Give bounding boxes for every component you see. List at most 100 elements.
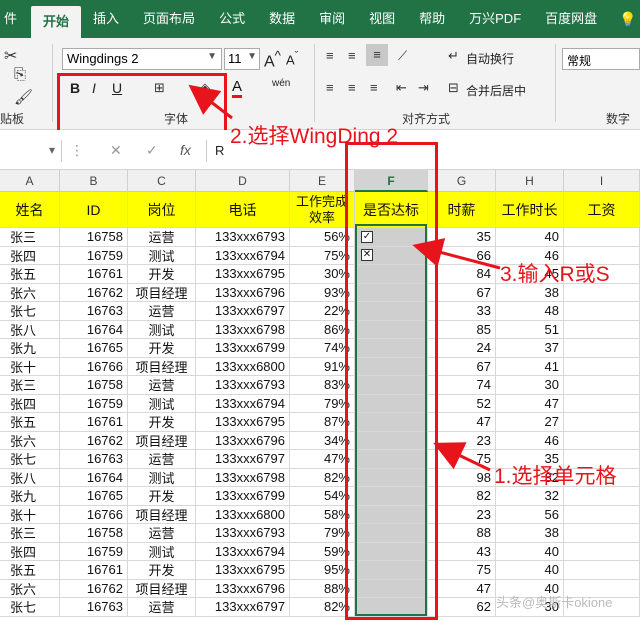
cell[interactable]: 项目经理 [128, 431, 196, 449]
cell[interactable]: 张七 [0, 450, 60, 468]
phonetic-icon[interactable]: wén [272, 78, 290, 89]
cell[interactable]: 30 [496, 376, 564, 394]
cell[interactable]: 56 [496, 505, 564, 523]
header-cell[interactable]: 电话 [196, 192, 290, 227]
cancel-icon[interactable]: ✕ [110, 142, 122, 159]
cell[interactable]: 运营 [128, 228, 196, 246]
cell[interactable]: 24 [428, 339, 496, 357]
tab-5[interactable]: 数据 [257, 0, 307, 38]
cell[interactable]: 40 [496, 561, 564, 579]
cell[interactable]: 测试 [128, 394, 196, 412]
cell[interactable]: 84 [428, 265, 496, 283]
empty-cell[interactable] [564, 302, 640, 320]
cell[interactable]: 43 [428, 542, 496, 560]
cell[interactable]: 133xxx6798 [196, 468, 290, 486]
cell[interactable]: 52 [428, 394, 496, 412]
cell[interactable]: 133xxx6800 [196, 357, 290, 375]
empty-cell[interactable] [564, 505, 640, 523]
cell[interactable]: 项目经理 [128, 357, 196, 375]
cell[interactable]: 16764 [60, 320, 128, 338]
cell[interactable]: 开发 [128, 265, 196, 283]
cell[interactable]: 测试 [128, 542, 196, 560]
cell[interactable]: 133xxx6794 [196, 394, 290, 412]
cell[interactable]: 测试 [128, 246, 196, 264]
cell[interactable]: 开发 [128, 487, 196, 505]
empty-cell[interactable] [564, 542, 640, 560]
cell[interactable]: 38 [496, 524, 564, 542]
tab-1[interactable]: 开始 [31, 6, 82, 38]
cell[interactable]: 133xxx6796 [196, 431, 290, 449]
cell[interactable]: 16761 [60, 413, 128, 431]
header-cell[interactable]: 时薪 [428, 192, 496, 227]
cell[interactable]: 测试 [128, 468, 196, 486]
cell[interactable]: 133xxx6795 [196, 265, 290, 283]
cell[interactable]: 张十 [0, 357, 60, 375]
cell[interactable]: 16763 [60, 302, 128, 320]
cell[interactable]: 47 [496, 394, 564, 412]
increase-font-icon[interactable]: A^ [264, 48, 281, 71]
copy-icon[interactable]: ⎘ [14, 66, 26, 83]
cell[interactable]: 51 [496, 320, 564, 338]
cell[interactable]: 运营 [128, 302, 196, 320]
format-painter-icon[interactable]: 🖌 [14, 88, 33, 106]
cell[interactable]: 张六 [0, 579, 60, 597]
column-header-H[interactable]: H [496, 170, 564, 192]
insert-function-icon[interactable]: fx [180, 142, 191, 158]
cell[interactable]: 张六 [0, 431, 60, 449]
font-size-select[interactable]: 11 ▼ [224, 48, 260, 70]
empty-cell[interactable] [564, 524, 640, 542]
cell[interactable]: 75 [428, 450, 496, 468]
cell[interactable]: 98 [428, 468, 496, 486]
cell[interactable]: 16759 [60, 394, 128, 412]
column-header-I[interactable]: I [564, 170, 640, 192]
align-left-icon[interactable]: ≡ [326, 80, 334, 95]
cell[interactable]: 运营 [128, 524, 196, 542]
cell[interactable]: 16763 [60, 598, 128, 616]
cell[interactable]: 16762 [60, 579, 128, 597]
cell[interactable]: 张五 [0, 265, 60, 283]
tab-3[interactable]: 页面布局 [131, 0, 207, 38]
cell[interactable]: 82 [428, 487, 496, 505]
cell[interactable]: 16764 [60, 468, 128, 486]
tab-6[interactable]: 审阅 [307, 0, 357, 38]
cell[interactable]: 41 [496, 357, 564, 375]
align-bottom-icon[interactable]: ≡ [366, 44, 388, 66]
tab-0[interactable]: 件 [0, 0, 31, 38]
column-header-C[interactable]: C [128, 170, 196, 192]
cell[interactable]: 75 [428, 561, 496, 579]
merge-center-button[interactable]: 合并后居中 [466, 82, 526, 99]
cell[interactable]: 16758 [60, 524, 128, 542]
cell[interactable]: 16759 [60, 542, 128, 560]
column-header-A[interactable]: A [0, 170, 60, 192]
align-right-icon[interactable]: ≡ [370, 80, 378, 95]
tell-me-icon[interactable]: 💡 [619, 11, 636, 28]
cell[interactable]: 67 [428, 357, 496, 375]
cell[interactable]: 88 [428, 524, 496, 542]
cell[interactable]: 133xxx6799 [196, 339, 290, 357]
cell[interactable]: 40 [496, 542, 564, 560]
align-middle-icon[interactable]: ≡ [348, 48, 356, 63]
decrease-indent-icon[interactable]: ⇤ [396, 80, 407, 96]
cell[interactable]: 27 [496, 413, 564, 431]
cell[interactable]: 33 [428, 302, 496, 320]
cell[interactable]: 开发 [128, 413, 196, 431]
empty-cell[interactable] [564, 339, 640, 357]
cell[interactable]: 133xxx6795 [196, 561, 290, 579]
cell[interactable]: 133xxx6797 [196, 302, 290, 320]
increase-indent-icon[interactable]: ⇥ [418, 80, 429, 96]
cell[interactable]: 133xxx6796 [196, 283, 290, 301]
cell[interactable]: 张十 [0, 505, 60, 523]
header-cell[interactable]: ID [60, 192, 128, 227]
cell[interactable]: 16766 [60, 357, 128, 375]
tab-4[interactable]: 公式 [207, 0, 257, 38]
cell[interactable]: 运营 [128, 598, 196, 616]
cell[interactable]: 16762 [60, 431, 128, 449]
cell[interactable]: 37 [496, 339, 564, 357]
header-cell[interactable]: 工资 [564, 192, 640, 227]
cell[interactable]: 133xxx6793 [196, 228, 290, 246]
tab-10[interactable]: 百度网盘 [533, 0, 609, 38]
empty-cell[interactable] [564, 357, 640, 375]
cell[interactable]: 48 [496, 302, 564, 320]
cell[interactable]: 16765 [60, 487, 128, 505]
cell[interactable]: 133xxx6794 [196, 246, 290, 264]
